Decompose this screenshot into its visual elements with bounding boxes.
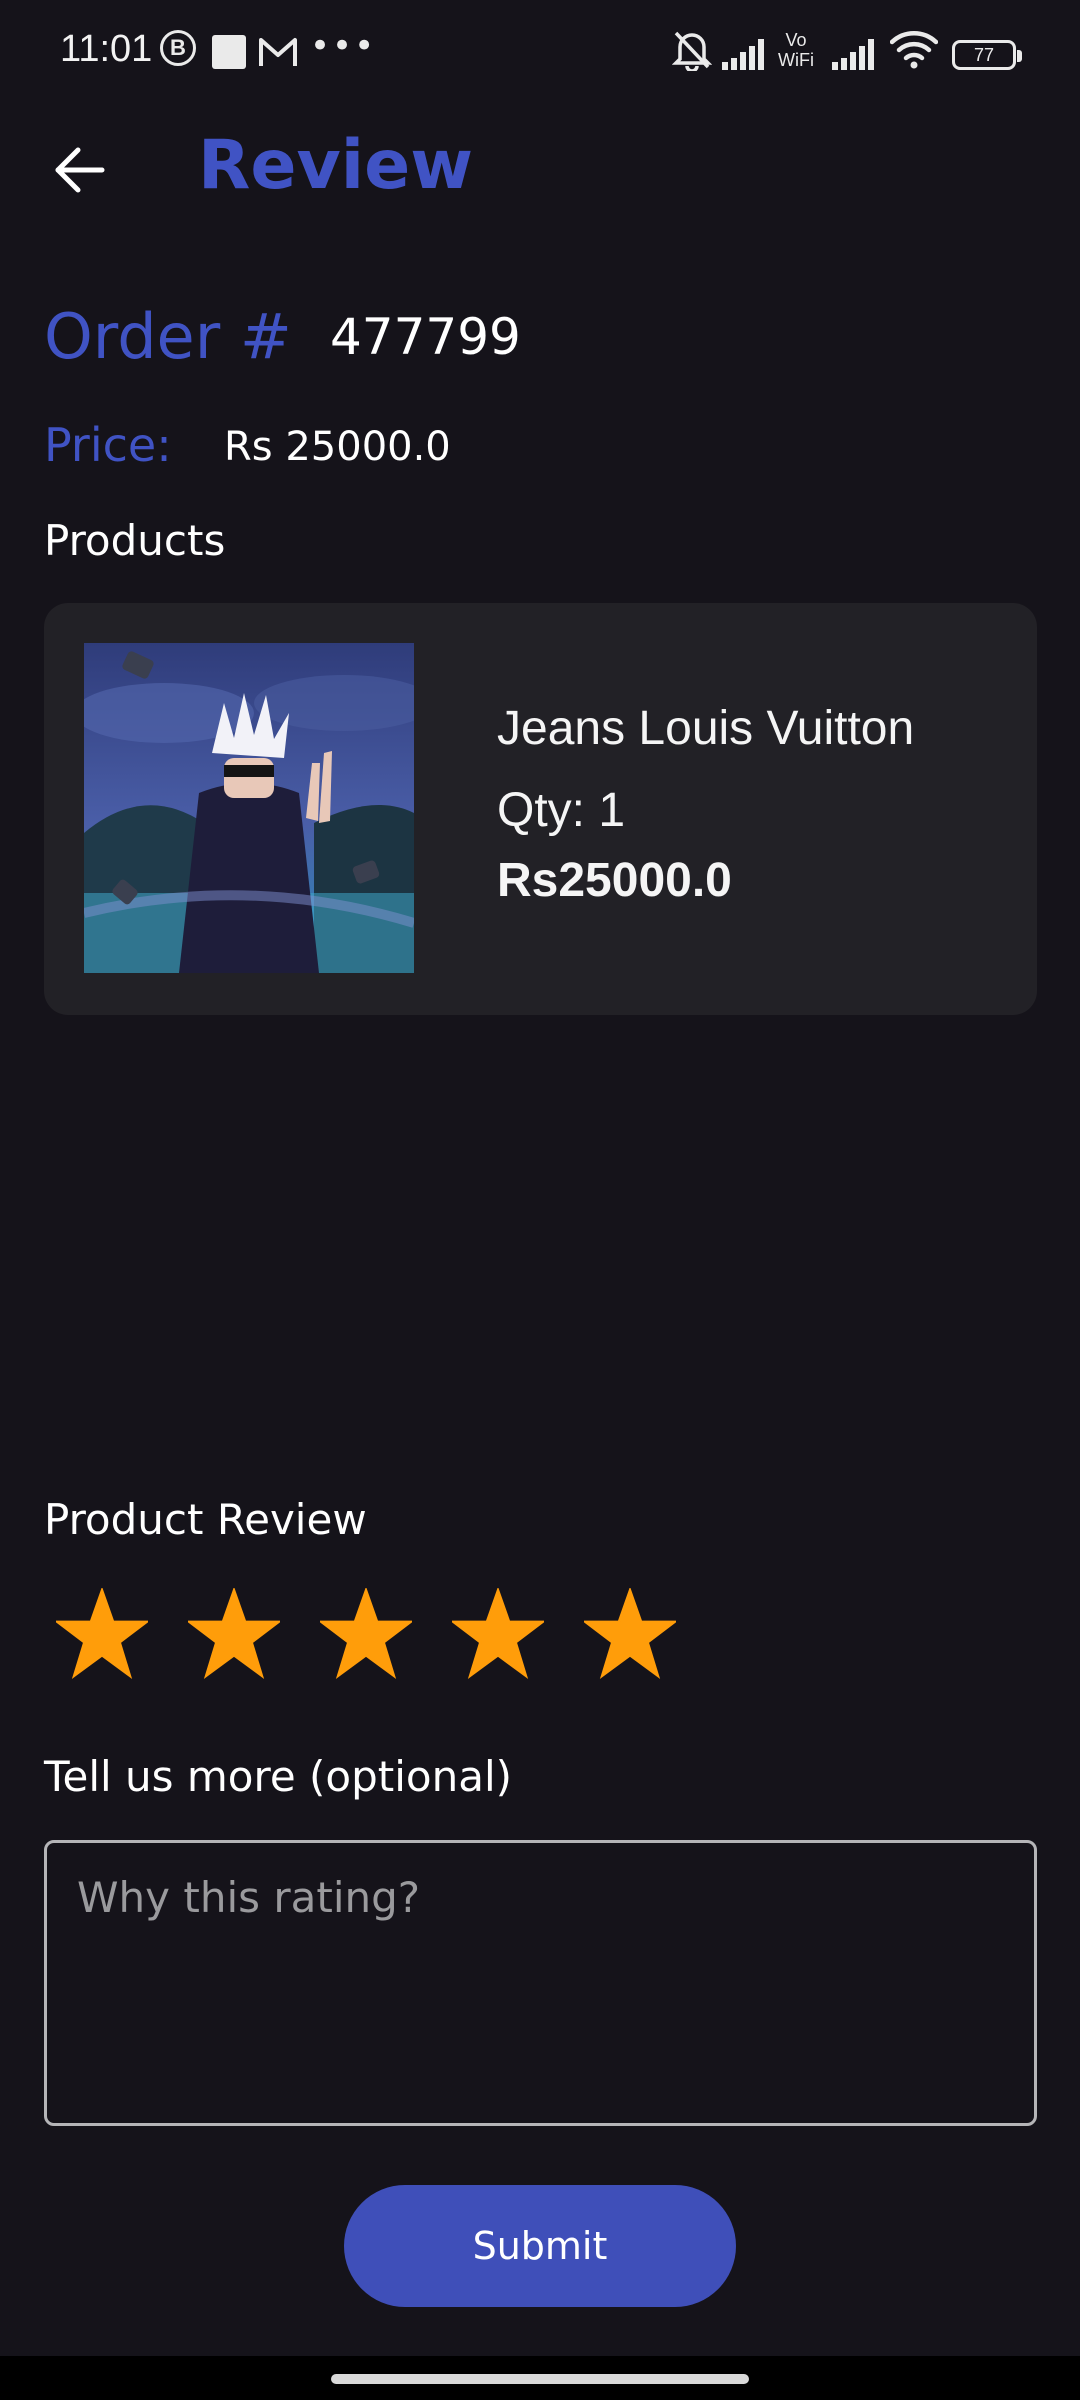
arrow-left-icon (55, 147, 105, 193)
status-bar: 11:01 B ••• Vo WiFi 77 (0, 0, 1080, 110)
page-title: Review (198, 126, 474, 205)
product-price: Rs25000.0 (497, 854, 732, 907)
battery-icon: 77 (952, 40, 1022, 70)
signal-icon-2 (830, 34, 880, 74)
gmail-icon (258, 32, 298, 72)
star-icon[interactable] (320, 1588, 412, 1680)
order-number-label: Order # (44, 300, 292, 373)
product-quantity: Qty: 1 (497, 784, 626, 837)
back-button[interactable] (40, 130, 120, 210)
price-label: Price: (44, 418, 172, 472)
star-rating (56, 1588, 676, 1680)
signal-icon-1 (720, 34, 770, 74)
price-value: Rs 25000.0 (224, 424, 451, 470)
order-number-value: 477799 (330, 308, 521, 366)
notification-square-icon (212, 35, 246, 69)
star-icon[interactable] (188, 1588, 280, 1680)
b-app-icon: B (160, 30, 196, 66)
vowifi-label: Vo WiFi (778, 30, 814, 70)
more-notifications-icon: ••• (310, 26, 377, 66)
submit-button[interactable]: Submit (344, 2185, 736, 2307)
review-text-input[interactable] (44, 1840, 1037, 2126)
product-name: Jeans Louis Vuitton (497, 702, 915, 755)
product-image (84, 643, 414, 973)
wifi-icon (890, 30, 938, 70)
status-time: 11:01 (60, 28, 153, 70)
home-indicator[interactable] (331, 2374, 749, 2384)
star-icon[interactable] (56, 1588, 148, 1680)
bell-muted-icon (672, 30, 712, 71)
star-icon[interactable] (452, 1588, 544, 1680)
tell-us-more-heading: Tell us more (optional) (44, 1752, 513, 1801)
product-card[interactable]: Jeans Louis Vuitton Qty: 1 Rs25000.0 (44, 603, 1037, 1015)
star-icon[interactable] (584, 1588, 676, 1680)
product-review-heading: Product Review (44, 1495, 367, 1544)
products-heading: Products (44, 516, 226, 565)
